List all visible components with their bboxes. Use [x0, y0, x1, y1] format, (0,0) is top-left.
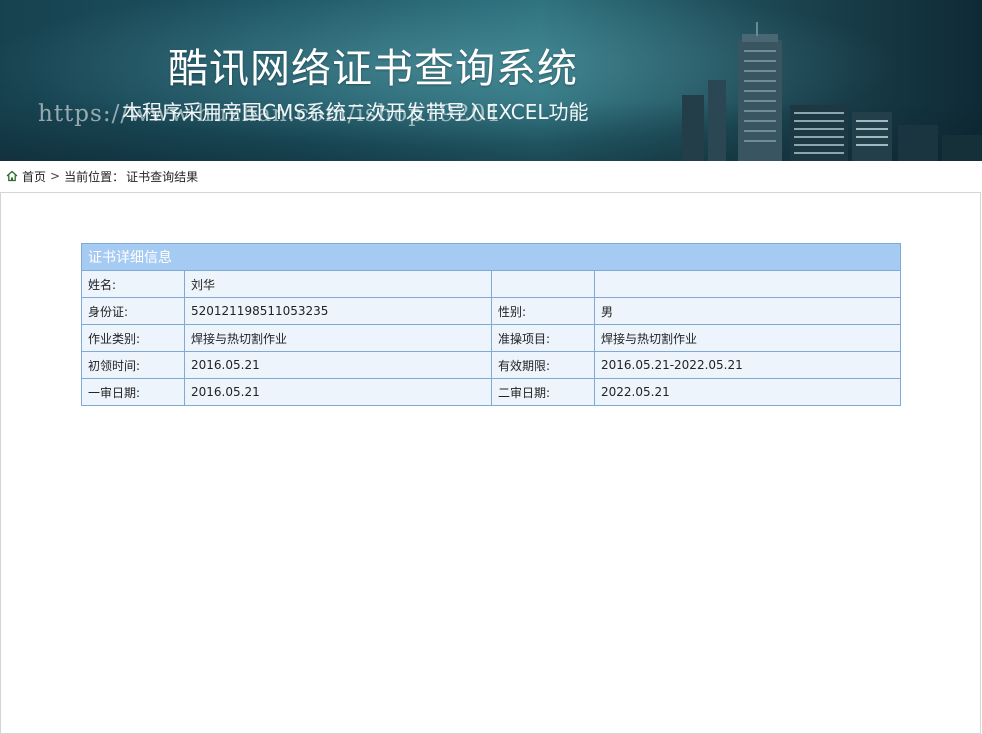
gender-label: 性别:	[491, 297, 595, 325]
breadcrumb-current: 证书查询结果	[126, 169, 199, 184]
table-row: 作业类别: 焊接与热切割作业 准操项目: 焊接与热切割作业	[81, 324, 901, 352]
banner-title: 酷讯网络证书查询系统	[168, 46, 578, 92]
breadcrumb-separator: >	[50, 169, 61, 183]
home-icon[interactable]	[6, 170, 18, 182]
table-row: 初领时间: 2016.05.21 有效期限: 2016.05.21-2022.0…	[81, 351, 901, 379]
table-header: 证书详细信息	[81, 243, 901, 271]
empty-label	[491, 270, 595, 298]
permitted-item-label: 准操项目:	[491, 324, 595, 352]
first-issue-label: 初领时间:	[81, 351, 185, 379]
certificate-table: 证书详细信息 姓名: 刘华 身份证: 520121198511053235 性别…	[81, 243, 901, 406]
work-category-label: 作业类别:	[81, 324, 185, 352]
id-card-value: 520121198511053235	[184, 297, 492, 325]
table-row: 一审日期: 2016.05.21 二审日期: 2022.05.21	[81, 378, 901, 406]
breadcrumb-location-label: 当前位置：	[64, 169, 125, 184]
second-review-value: 2022.05.21	[594, 378, 901, 406]
table-row: 姓名: 刘华	[81, 270, 901, 298]
validity-value: 2016.05.21-2022.05.21	[594, 351, 901, 379]
table-header-row: 证书详细信息	[81, 243, 901, 271]
first-review-value: 2016.05.21	[184, 378, 492, 406]
breadcrumb: 首页 > 当前位置： 证书查询结果	[0, 161, 982, 191]
validity-label: 有效期限:	[491, 351, 595, 379]
empty-value	[594, 270, 901, 298]
first-issue-value: 2016.05.21	[184, 351, 492, 379]
second-review-label: 二审日期:	[491, 378, 595, 406]
id-card-label: 身份证:	[81, 297, 185, 325]
work-category-value: 焊接与热切割作业	[184, 324, 492, 352]
gender-value: 男	[594, 297, 901, 325]
name-label: 姓名:	[81, 270, 185, 298]
city-skyline-image	[682, 22, 982, 161]
name-value: 刘华	[184, 270, 492, 298]
header-banner: 酷讯网络证书查询系统 https://www.huzhan.com/ishop1…	[0, 0, 982, 161]
breadcrumb-home-link[interactable]: 首页	[22, 168, 46, 185]
banner-subtitle: 本程序采用帝国CMS系统二次开发带导入EXCEL功能	[122, 100, 589, 124]
permitted-item-value: 焊接与热切割作业	[594, 324, 901, 352]
table-row: 身份证: 520121198511053235 性别: 男	[81, 297, 901, 325]
first-review-label: 一审日期:	[81, 378, 185, 406]
